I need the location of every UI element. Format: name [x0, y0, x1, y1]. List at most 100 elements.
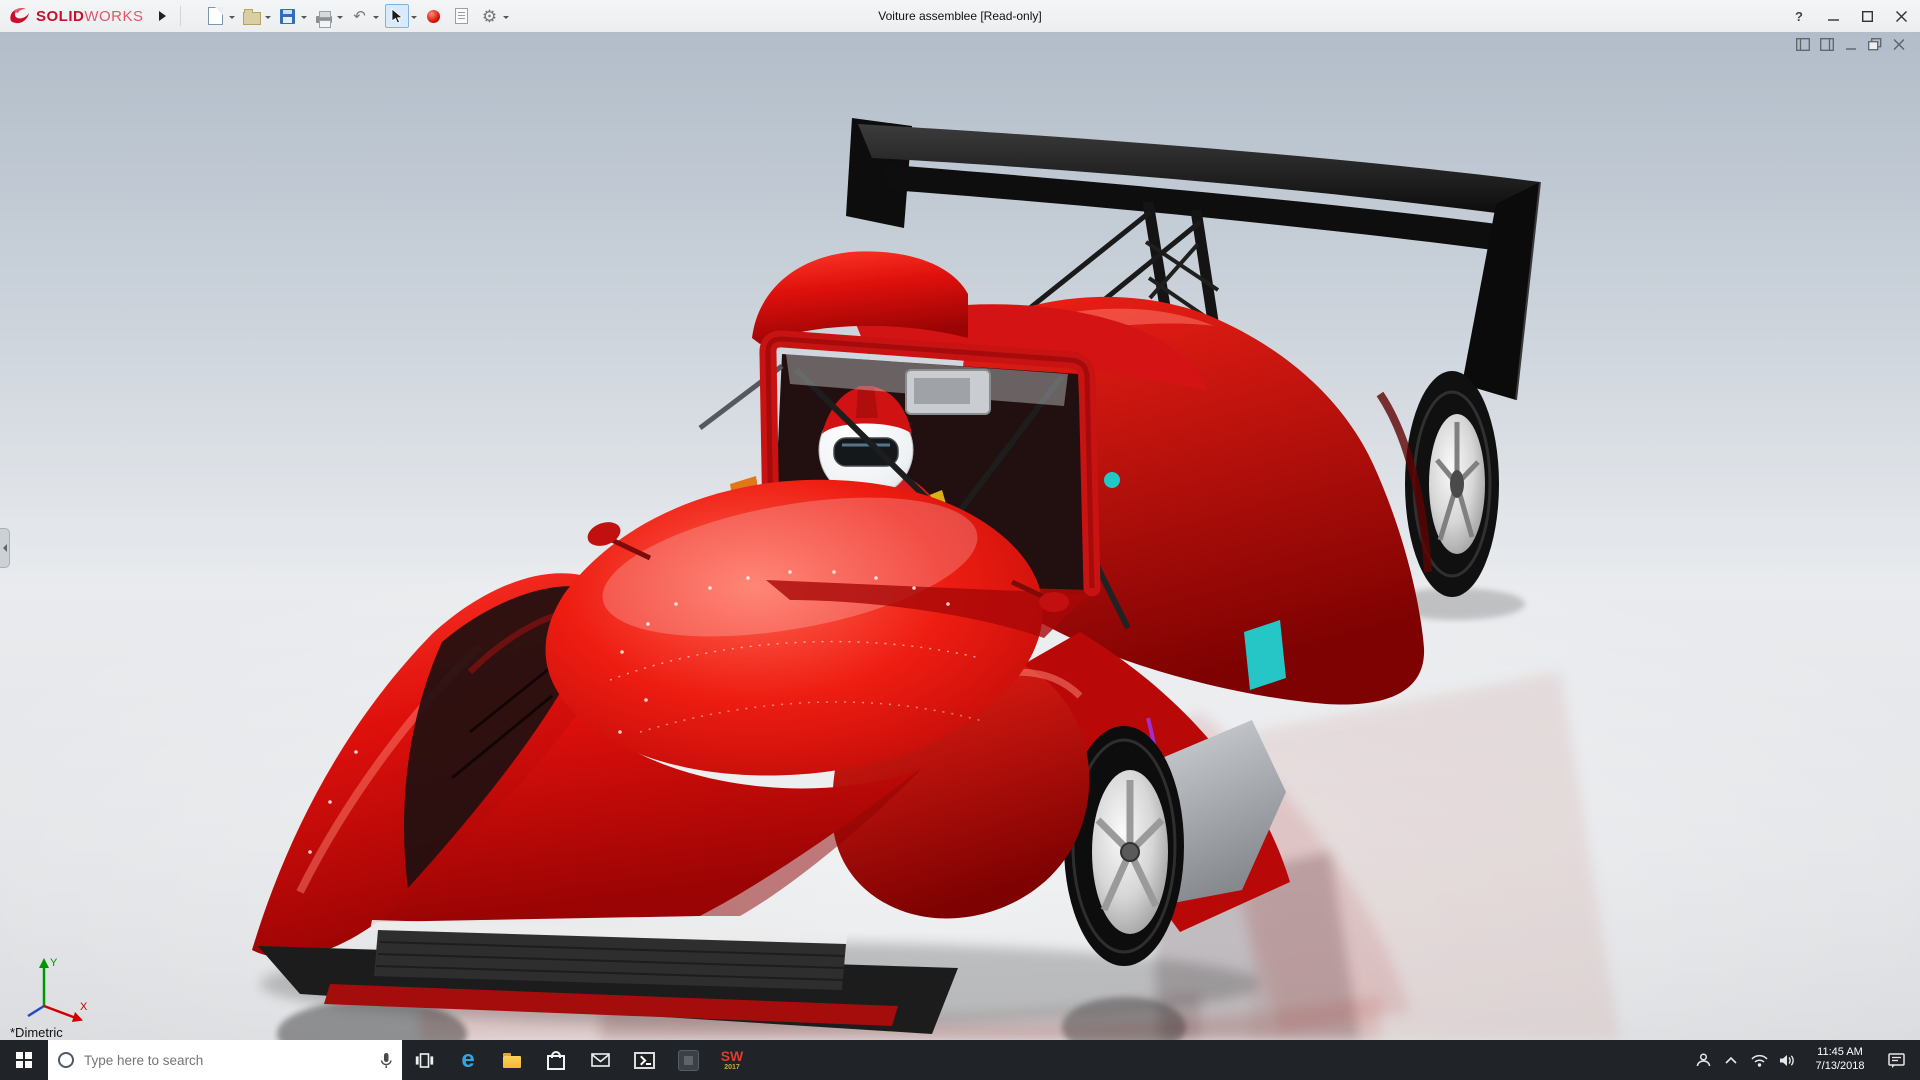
application-icon — [678, 1050, 699, 1071]
document-window-controls — [1796, 38, 1906, 51]
file-explorer-icon — [503, 1056, 521, 1068]
volume-icon — [1779, 1054, 1795, 1067]
toolbar-separator — [180, 6, 181, 26]
search-input[interactable] — [82, 1052, 372, 1069]
select-tool-button[interactable] — [383, 3, 419, 29]
taskbar-apps: e SW 2017 — [402, 1040, 754, 1080]
clock-date: 7/13/2018 — [1801, 1060, 1879, 1074]
task-view-button[interactable] — [402, 1040, 446, 1080]
window-controls: ? — [1782, 0, 1918, 32]
taskbar-search[interactable] — [48, 1040, 402, 1080]
people-icon — [1696, 1053, 1711, 1067]
people-button[interactable] — [1689, 1040, 1717, 1080]
solidworks-window: SOLIDWORKS ↶ ⚙ Voiture assemblee [Read-o… — [0, 0, 1920, 1080]
microphone-icon[interactable] — [380, 1052, 392, 1069]
document-title: Voiture assemblee [Read-only] — [878, 9, 1041, 23]
collapsed-panel-handle[interactable] — [0, 528, 10, 568]
teal-detail — [1104, 472, 1120, 488]
cortana-icon — [58, 1052, 74, 1068]
appearance-button[interactable] — [421, 3, 447, 29]
print-icon — [316, 16, 332, 23]
options-dropdown[interactable] — [503, 16, 509, 22]
select-cursor-icon — [390, 8, 404, 24]
quick-toolbar: ↶ ⚙ — [203, 3, 511, 29]
appearance-icon — [427, 10, 440, 23]
new-document-button[interactable] — [203, 3, 237, 29]
triad-x-label: X — [80, 1001, 88, 1013]
brand-works: WORKS — [84, 8, 143, 25]
print-dropdown[interactable] — [337, 16, 343, 22]
edge-icon: e — [461, 1048, 474, 1072]
window-close-icon[interactable] — [1892, 38, 1906, 51]
wifi-icon — [1751, 1054, 1768, 1067]
solidworks-logo: SOLIDWORKS — [0, 6, 144, 26]
system-tray: 11:45 AM 7/13/2018 — [1689, 1040, 1920, 1080]
minimize-button[interactable] — [1816, 1, 1850, 31]
open-icon — [243, 12, 261, 25]
teal-intake — [1244, 620, 1286, 690]
save-icon — [280, 9, 295, 24]
options-button[interactable]: ⚙ — [477, 3, 511, 29]
right-mirror — [1039, 592, 1069, 612]
open-button[interactable] — [239, 3, 273, 29]
select-tool-dropdown[interactable] — [411, 16, 417, 22]
hidden-icons-button[interactable] — [1717, 1040, 1745, 1080]
volume-button[interactable] — [1773, 1040, 1801, 1080]
action-center-icon — [1888, 1053, 1905, 1068]
solidworks-2017-button[interactable]: SW 2017 — [710, 1040, 754, 1080]
windows-taskbar: e SW 2017 — [0, 1040, 1920, 1080]
chevron-up-icon — [1725, 1056, 1737, 1064]
minimize-icon — [1828, 11, 1839, 22]
maximize-icon — [1862, 11, 1873, 22]
options-gear-icon: ⚙ — [482, 8, 497, 25]
new-document-dropdown[interactable] — [229, 16, 235, 22]
3d-model-canvas[interactable] — [0, 32, 1920, 1040]
start-button[interactable] — [0, 1040, 48, 1080]
print-button[interactable] — [311, 3, 345, 29]
undo-button[interactable]: ↶ — [347, 3, 381, 29]
command-prompt-button[interactable] — [622, 1040, 666, 1080]
window-restore-icon[interactable] — [1868, 38, 1882, 51]
taskbar-empty-area — [754, 1040, 1689, 1080]
close-button[interactable] — [1884, 1, 1918, 31]
save-button[interactable] — [275, 3, 309, 29]
network-button[interactable] — [1745, 1040, 1773, 1080]
view-orientation-label: *Dimetric — [10, 1025, 63, 1040]
brand-solid: SOLID — [36, 8, 84, 25]
collapse-arrow-icon — [3, 544, 7, 552]
action-center-button[interactable] — [1879, 1040, 1913, 1080]
taskbar-clock[interactable]: 11:45 AM 7/13/2018 — [1801, 1046, 1879, 1074]
task-view-icon — [415, 1053, 434, 1068]
open-dropdown[interactable] — [265, 16, 271, 22]
undo-icon: ↶ — [353, 9, 366, 24]
command-prompt-icon — [634, 1052, 655, 1069]
app-button[interactable] — [666, 1040, 710, 1080]
orientation-triad: Y X — [14, 952, 92, 1024]
solidworks-logo-mark — [8, 6, 32, 26]
help-icon: ? — [1795, 9, 1803, 24]
solidworks-2017-icon: SW 2017 — [721, 1049, 744, 1071]
new-document-icon — [208, 7, 223, 25]
file-explorer-button[interactable] — [490, 1040, 534, 1080]
solidworks-wordmark: SOLIDWORKS — [36, 8, 144, 25]
save-dropdown[interactable] — [301, 16, 307, 22]
file-properties-button[interactable] — [449, 3, 475, 29]
close-icon — [1896, 11, 1907, 22]
mail-icon — [591, 1053, 610, 1067]
window-dock-left-icon[interactable] — [1796, 38, 1810, 51]
menu-expand-button[interactable] — [154, 7, 172, 25]
store-icon — [547, 1055, 565, 1070]
triad-y-label: Y — [50, 957, 58, 969]
title-bar: SOLIDWORKS ↶ ⚙ Voiture assemblee [Read-o… — [0, 0, 1920, 33]
undo-dropdown[interactable] — [373, 16, 379, 22]
store-button[interactable] — [534, 1040, 578, 1080]
window-dock-right-icon[interactable] — [1820, 38, 1834, 51]
menu-expand-icon — [159, 11, 166, 21]
clock-time: 11:45 AM — [1801, 1046, 1879, 1060]
maximize-button[interactable] — [1850, 1, 1884, 31]
edge-button[interactable]: e — [446, 1040, 490, 1080]
mail-button[interactable] — [578, 1040, 622, 1080]
help-button[interactable]: ? — [1782, 1, 1816, 31]
graphics-area[interactable]: Y X *Dimetric — [0, 32, 1920, 1040]
window-minimize-icon[interactable] — [1844, 38, 1858, 51]
